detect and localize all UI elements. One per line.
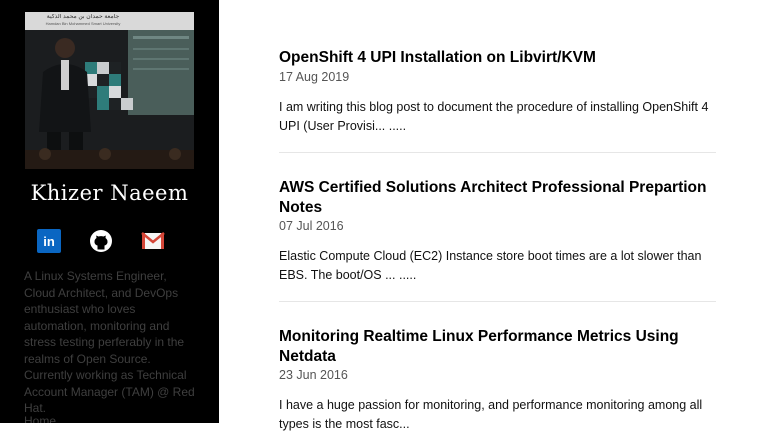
github-icon[interactable]	[89, 229, 113, 253]
bio-intro: A Linux Systems Engineer, Cloud Architec…	[24, 269, 185, 366]
post-item: Monitoring Realtime Linux Performance Me…	[279, 327, 716, 434]
gmail-icon[interactable]	[141, 229, 165, 253]
bio-current-role: Currently working as Technical Account M…	[24, 368, 195, 415]
linkedin-icon-label: in	[43, 234, 55, 249]
bio: A Linux Systems Engineer, Cloud Architec…	[24, 268, 199, 417]
post-excerpt: I am writing this blog post to document …	[279, 99, 709, 133]
post-divider	[279, 301, 716, 302]
nav-home-link[interactable]: Home	[24, 414, 56, 423]
post-title-link[interactable]: AWS Certified Solutions Architect Profes…	[279, 178, 716, 217]
post-date: 07 Jul 2016	[279, 219, 344, 233]
sidebar: جامعة حمدان بن محمد الذكية Hamdan Bin Mo…	[0, 0, 219, 423]
post-excerpt: I have a huge passion for monitoring, an…	[279, 398, 703, 431]
avatar-banner-text: جامعة حمدان بن محمد الذكية	[46, 14, 120, 20]
avatar-banner-subtext: Hamdan Bin Mohammed Smart University	[45, 21, 121, 26]
site-title[interactable]: Khizer Naeem	[0, 181, 219, 205]
post-title-link[interactable]: OpenShift 4 UPI Installation on Libvirt/…	[279, 48, 716, 68]
post-item: OpenShift 4 UPI Installation on Libvirt/…	[279, 48, 716, 136]
post-date: 17 Aug 2019	[279, 69, 350, 84]
post-date: 23 Jun 2016	[279, 368, 348, 382]
avatar: جامعة حمدان بن محمد الذكية Hamdan Bin Mo…	[25, 12, 194, 169]
post-item: AWS Certified Solutions Architect Profes…	[279, 178, 716, 285]
avatar-photo	[25, 12, 194, 169]
post-excerpt: Elastic Compute Cloud (EC2) Instance sto…	[279, 249, 702, 282]
linkedin-icon[interactable]: in	[37, 229, 61, 253]
post-divider	[279, 152, 716, 153]
post-title-link[interactable]: Monitoring Realtime Linux Performance Me…	[279, 327, 716, 366]
